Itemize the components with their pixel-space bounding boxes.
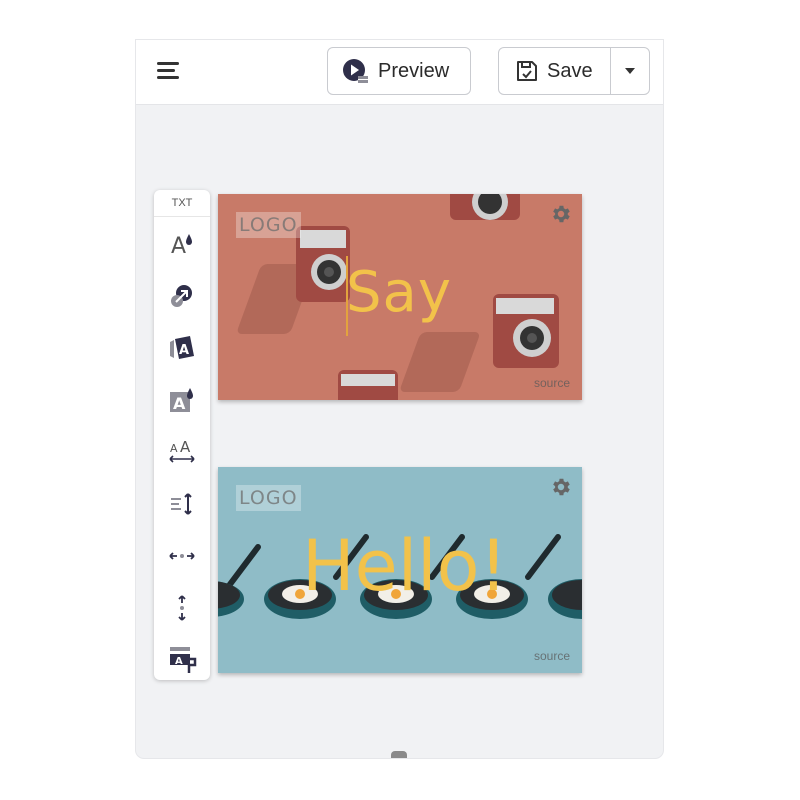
- floppy-disk-icon: [517, 61, 537, 81]
- text-style-tool[interactable]: A: [164, 642, 200, 678]
- gear-icon[interactable]: [550, 203, 572, 225]
- camera-illustration: [450, 194, 520, 220]
- text-style-icon: A: [170, 647, 197, 673]
- line-height-tool[interactable]: [164, 486, 200, 522]
- svg-text:A: A: [170, 442, 178, 455]
- save-label: Save: [547, 59, 593, 82]
- svg-text:A: A: [175, 656, 183, 667]
- logo-placeholder[interactable]: LOGO: [236, 485, 301, 511]
- save-button[interactable]: Save: [499, 48, 611, 94]
- horizontal-position-icon: [169, 552, 195, 560]
- headline-text[interactable]: Say: [346, 260, 452, 325]
- text-fill-icon: A: [170, 388, 193, 413]
- text-color-tool[interactable]: A: [164, 226, 200, 262]
- source-label[interactable]: source: [534, 649, 570, 663]
- letter-spacing-tool[interactable]: A A: [164, 434, 200, 470]
- preview-button[interactable]: Preview: [327, 47, 471, 95]
- svg-text:A: A: [180, 438, 191, 456]
- vertical-position-tool[interactable]: [164, 590, 200, 626]
- logo-placeholder[interactable]: LOGO: [236, 212, 301, 238]
- source-label[interactable]: source: [534, 376, 570, 390]
- svg-text:A: A: [173, 394, 186, 413]
- headline-text[interactable]: Hello!: [302, 525, 508, 607]
- svg-text:A: A: [171, 234, 186, 258]
- letter-spacing-icon: A A: [169, 438, 195, 463]
- svg-text:A: A: [179, 343, 189, 358]
- save-dropdown-toggle[interactable]: [611, 48, 649, 94]
- vertical-position-icon: [178, 595, 186, 621]
- text-background-tool[interactable]: A: [164, 330, 200, 366]
- editor-window: Preview Save TXT A A A A A A LOGO Say so…: [136, 40, 663, 758]
- hamburger-menu-icon[interactable]: [154, 58, 182, 84]
- text-effect-icon: [171, 285, 192, 307]
- text-fill-tool[interactable]: A: [164, 382, 200, 418]
- slide-card-1[interactable]: LOGO Say source: [218, 194, 582, 400]
- camera-illustration: [338, 370, 398, 400]
- preview-label: Preview: [378, 59, 450, 82]
- horizontal-position-tool[interactable]: [164, 538, 200, 574]
- slide-card-2[interactable]: LOGO Hello! source: [218, 467, 582, 673]
- gear-icon[interactable]: [550, 476, 572, 498]
- text-background-icon: A: [170, 336, 194, 359]
- text-effect-tool[interactable]: [164, 278, 200, 314]
- resize-handle[interactable]: [391, 751, 407, 758]
- top-toolbar: Preview Save: [136, 40, 663, 105]
- play-icon: [343, 59, 368, 83]
- text-color-icon: A: [171, 234, 192, 258]
- toolbox-title: TXT: [154, 190, 210, 217]
- save-button-group: Save: [498, 47, 650, 95]
- line-height-icon: [171, 493, 192, 515]
- caret-down-icon: [625, 68, 635, 74]
- text-toolbox: TXT A A A A A A: [154, 190, 210, 680]
